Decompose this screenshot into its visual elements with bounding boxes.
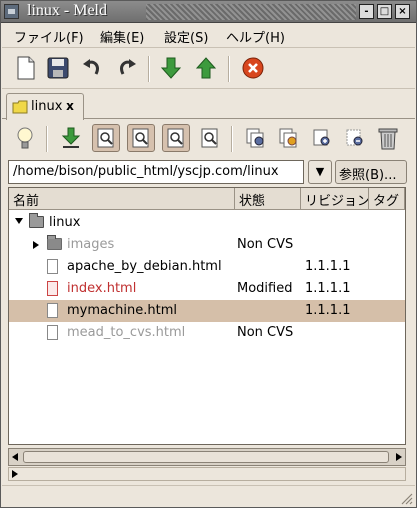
row-status: Non CVS (237, 325, 294, 340)
menu-edit[interactable]: 編集(E) (100, 27, 144, 46)
add-binary-icon[interactable] (308, 124, 336, 152)
tree-row[interactable]: index.html Modified 1.1.1.1 (9, 278, 405, 300)
folder-icon (29, 213, 44, 228)
resize-grip-icon[interactable] (399, 491, 413, 505)
tree-row[interactable]: apache_by_debian.html 1.1.1.1 (9, 256, 405, 278)
minimize-button[interactable]: - (359, 4, 374, 19)
app-icon (4, 4, 19, 19)
column-name[interactable]: 名前 (9, 188, 235, 210)
menu-file[interactable]: ファイル(F) (14, 27, 84, 46)
folder-icon (47, 235, 62, 250)
toolbar-separator (148, 56, 150, 82)
row-name: images (67, 237, 115, 252)
close-button[interactable]: × (395, 4, 410, 19)
tab-linux[interactable]: linux x (6, 93, 84, 120)
menu-help[interactable]: ヘルプ(H) (226, 27, 285, 46)
tree-row[interactable]: mymachine.html 1.1.1.1 (9, 300, 405, 322)
tree-header: 名前 状態 リビジョン タグ (9, 188, 405, 210)
maximize-button[interactable]: □ (377, 4, 392, 19)
row-revision: 1.1.1.1 (305, 259, 351, 274)
browse-button[interactable]: 参照(B)... (335, 160, 407, 184)
column-status[interactable]: 状態 (235, 188, 301, 210)
redo-icon[interactable] (113, 54, 141, 82)
row-name: index.html (67, 281, 137, 296)
row-name: apache_by_debian.html (67, 259, 222, 274)
tab-close-button[interactable]: x (63, 99, 77, 113)
file-icon (47, 303, 58, 318)
tree-row[interactable]: linux (9, 212, 405, 234)
remove-icon[interactable] (341, 124, 369, 152)
view-non-vc-icon[interactable] (196, 124, 224, 152)
vc-toolbar (2, 120, 415, 158)
status-bar (2, 485, 415, 507)
new-file-icon[interactable] (12, 54, 40, 82)
view-flat-icon[interactable] (92, 124, 120, 152)
stop-icon[interactable] (239, 54, 267, 82)
tab-bar: linux x (2, 91, 415, 120)
path-dropdown-button[interactable]: ▼ (308, 160, 332, 184)
tab-folder-icon (12, 100, 28, 114)
row-name: linux (49, 215, 81, 230)
tree-row[interactable]: mead_to_cvs.html Non CVS (9, 322, 405, 344)
scroll-right-arrow-icon[interactable] (396, 453, 402, 461)
menu-settings[interactable]: 設定(S) (164, 27, 208, 46)
lightbulb-icon[interactable] (11, 124, 39, 152)
expander-open-icon[interactable] (15, 218, 23, 224)
file-icon (47, 325, 58, 340)
expand-arrow-icon[interactable] (12, 470, 18, 478)
commit-icon[interactable] (242, 124, 270, 152)
column-tag[interactable]: タグ (369, 188, 405, 210)
expander-closed-icon[interactable] (33, 241, 39, 249)
row-name: mead_to_cvs.html (67, 325, 186, 340)
meld-window: linux - Meld - □ × ファイル(F) 編集(E) 設定(S) ヘ… (0, 0, 417, 508)
view-normal-icon[interactable] (162, 124, 190, 152)
tab-label: linux (31, 99, 63, 114)
file-icon (47, 281, 58, 296)
row-status: Modified (237, 281, 293, 296)
bottom-pane-toggle[interactable] (8, 467, 406, 481)
tree-row[interactable]: images Non CVS (9, 234, 405, 256)
window-title: linux - Meld (27, 2, 107, 19)
main-toolbar (2, 49, 415, 89)
file-tree: 名前 状態 リビジョン タグ linux images Non CVS apache_… (8, 187, 406, 445)
title-bar[interactable]: linux - Meld - □ × (1, 1, 416, 23)
file-icon (47, 259, 58, 274)
row-name: mymachine.html (67, 303, 177, 318)
scroll-left-arrow-icon[interactable] (12, 453, 18, 461)
toolbar-separator (46, 126, 48, 152)
down-arrow-icon[interactable] (157, 54, 185, 82)
add-icon[interactable] (275, 124, 303, 152)
title-bar-decoration (146, 4, 356, 20)
horizontal-scrollbar[interactable] (8, 448, 406, 466)
delete-icon[interactable] (374, 124, 402, 152)
view-modified-icon[interactable] (127, 124, 155, 152)
menu-bar: ファイル(F) 編集(E) 設定(S) ヘルプ(H) (2, 24, 415, 48)
scrollbar-thumb[interactable] (23, 451, 389, 463)
update-icon[interactable] (57, 124, 85, 152)
up-arrow-icon[interactable] (192, 54, 220, 82)
toolbar-separator (231, 126, 233, 152)
row-revision: 1.1.1.1 (305, 281, 351, 296)
save-icon[interactable] (44, 54, 72, 82)
undo-icon[interactable] (78, 54, 106, 82)
column-revision[interactable]: リビジョン (301, 188, 369, 210)
row-revision: 1.1.1.1 (305, 303, 351, 318)
path-entry[interactable]: /home/bison/public_html/yscjp.com/linux (8, 160, 304, 184)
row-status: Non CVS (237, 237, 294, 252)
toolbar-separator (228, 56, 230, 82)
